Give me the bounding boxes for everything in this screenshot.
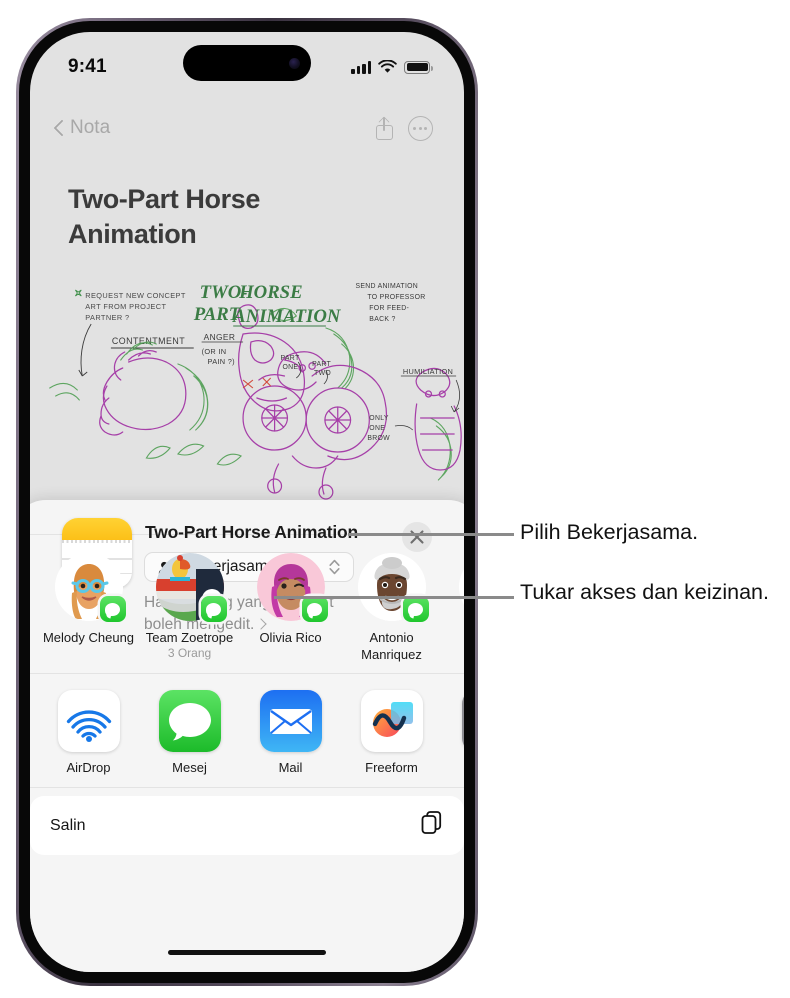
avatar-wrapper bbox=[357, 553, 429, 622]
apps-row[interactable]: AirDrop Mesej Mail Freeform bbox=[30, 674, 464, 787]
wifi-icon bbox=[378, 60, 397, 73]
svg-text:SEND ANIMATION: SEND ANIMATION bbox=[355, 283, 418, 290]
svg-text:ONE: ONE bbox=[369, 425, 385, 432]
svg-text:PARTNER ?: PARTNER ? bbox=[85, 313, 129, 322]
svg-text:REQUEST NEW CONCEPT: REQUEST NEW CONCEPT bbox=[85, 291, 186, 300]
more-circle-icon bbox=[407, 115, 433, 141]
svg-text:ART FROM PROJECT: ART FROM PROJECT bbox=[85, 302, 166, 311]
app-item-airdrop[interactable]: AirDrop bbox=[38, 690, 139, 777]
messages-badge-icon bbox=[99, 596, 126, 622]
svg-text:TO PROFESSOR: TO PROFESSOR bbox=[367, 294, 425, 301]
avatar-wrapper bbox=[458, 553, 464, 621]
action-row-copy[interactable]: Salin bbox=[30, 796, 464, 856]
svg-text:(OR IN: (OR IN bbox=[202, 347, 227, 356]
close-button[interactable] bbox=[402, 522, 432, 552]
screenshot-stage: 9:41 Nota Two-Part Horse Animation REQUE… bbox=[0, 0, 790, 998]
contact-item-partial[interactable]: P bbox=[442, 553, 464, 663]
avatar-wrapper bbox=[256, 553, 328, 622]
avatar-wrapper: 5 bbox=[155, 553, 227, 622]
back-button-label: Nota bbox=[70, 117, 111, 138]
messages-badge-icon bbox=[200, 596, 227, 622]
avatar-wrapper bbox=[54, 553, 126, 622]
invite-icon bbox=[461, 690, 464, 753]
contact-name: Melody Cheung bbox=[42, 630, 135, 645]
svg-text:TWO: TWO bbox=[314, 370, 331, 377]
app-item-partial[interactable]: Jemp bbox=[442, 690, 464, 777]
app-label: Freeform bbox=[365, 760, 418, 776]
contact-subtitle: 3 Orang bbox=[167, 646, 212, 661]
app-item-messages[interactable]: Mesej bbox=[139, 690, 240, 777]
actions-list: Salin bbox=[30, 788, 464, 856]
copy-icon bbox=[420, 810, 444, 841]
app-label: Jemp bbox=[442, 760, 464, 777]
svg-text:BACK ?: BACK ? bbox=[369, 316, 395, 323]
avatar bbox=[458, 553, 464, 621]
airdrop-icon bbox=[57, 690, 120, 753]
dynamic-island bbox=[183, 45, 311, 81]
svg-text:HUMILIATION: HUMILIATION bbox=[403, 367, 453, 376]
svg-text:PAIN ?): PAIN ?) bbox=[208, 357, 236, 366]
share-icon bbox=[375, 116, 393, 140]
svg-text:FOR FEED-: FOR FEED- bbox=[369, 305, 409, 312]
callout-text-2: Tukar akses dan keizinan. bbox=[520, 580, 769, 604]
share-sheet-header: Two-Part Horse Animation Bekerjasama Han… bbox=[30, 500, 464, 633]
iphone-frame: 9:41 Nota Two-Part Horse Animation REQUE… bbox=[16, 18, 478, 986]
messages-badge-icon bbox=[402, 596, 429, 622]
iphone-bezel: 9:41 Nota Two-Part Horse Animation REQUE… bbox=[19, 21, 475, 983]
svg-text:ANIMATION: ANIMATION bbox=[232, 306, 342, 327]
chevron-left-icon bbox=[54, 119, 65, 138]
svg-text:ONLY: ONLY bbox=[369, 415, 389, 422]
iphone-screen: 9:41 Nota Two-Part Horse Animation REQUE… bbox=[30, 32, 464, 972]
cellular-bars-icon bbox=[351, 61, 371, 74]
callout-leader-line-1 bbox=[348, 533, 514, 536]
svg-text:PART: PART bbox=[281, 355, 300, 362]
callout-text-1: Pilih Bekerjasama. bbox=[520, 520, 699, 544]
mail-icon bbox=[259, 690, 322, 753]
share-sheet-title: Two-Part Horse Animation bbox=[145, 522, 358, 542]
messages-badge-icon bbox=[301, 596, 328, 622]
note-title: Two-Part Horse Animation bbox=[68, 184, 260, 249]
app-label: AirDrop bbox=[66, 760, 111, 776]
status-bar-indicators bbox=[351, 60, 433, 74]
svg-text:PART: PART bbox=[312, 361, 331, 368]
back-button[interactable]: Nota bbox=[54, 117, 110, 139]
svg-text:CONTENTMENT: CONTENTMENT bbox=[112, 336, 185, 346]
svg-text:ONE: ONE bbox=[283, 364, 299, 371]
app-item-freeform[interactable]: Freeform bbox=[341, 690, 442, 777]
action-label: Salin bbox=[50, 816, 86, 834]
contact-name: P bbox=[442, 629, 464, 646]
callout-leader-line-2 bbox=[274, 596, 514, 599]
freeform-icon bbox=[360, 690, 423, 753]
notes-nav-bar: Nota bbox=[30, 106, 464, 150]
battery-full-icon bbox=[404, 60, 433, 74]
note-sketch-drawing: REQUEST NEW CONCEPT ART FROM PROJECT PAR… bbox=[30, 268, 464, 508]
front-camera-icon bbox=[289, 57, 300, 69]
home-indicator[interactable] bbox=[168, 949, 326, 955]
svg-text:BROW: BROW bbox=[367, 435, 390, 442]
share-sheet: Two-Part Horse Animation Bekerjasama Han… bbox=[30, 500, 464, 972]
svg-text:ANGER: ANGER bbox=[204, 332, 236, 342]
share-button[interactable] bbox=[366, 110, 402, 146]
chevron-up-down-icon bbox=[328, 558, 341, 576]
svg-text:HORSE: HORSE bbox=[238, 282, 302, 303]
messages-icon bbox=[158, 690, 221, 753]
more-button[interactable] bbox=[402, 110, 438, 146]
app-label: Mesej bbox=[172, 760, 207, 776]
status-bar-time: 9:41 bbox=[68, 56, 107, 77]
app-item-mail[interactable]: Mail bbox=[240, 690, 341, 777]
app-label: Mail bbox=[278, 760, 303, 776]
